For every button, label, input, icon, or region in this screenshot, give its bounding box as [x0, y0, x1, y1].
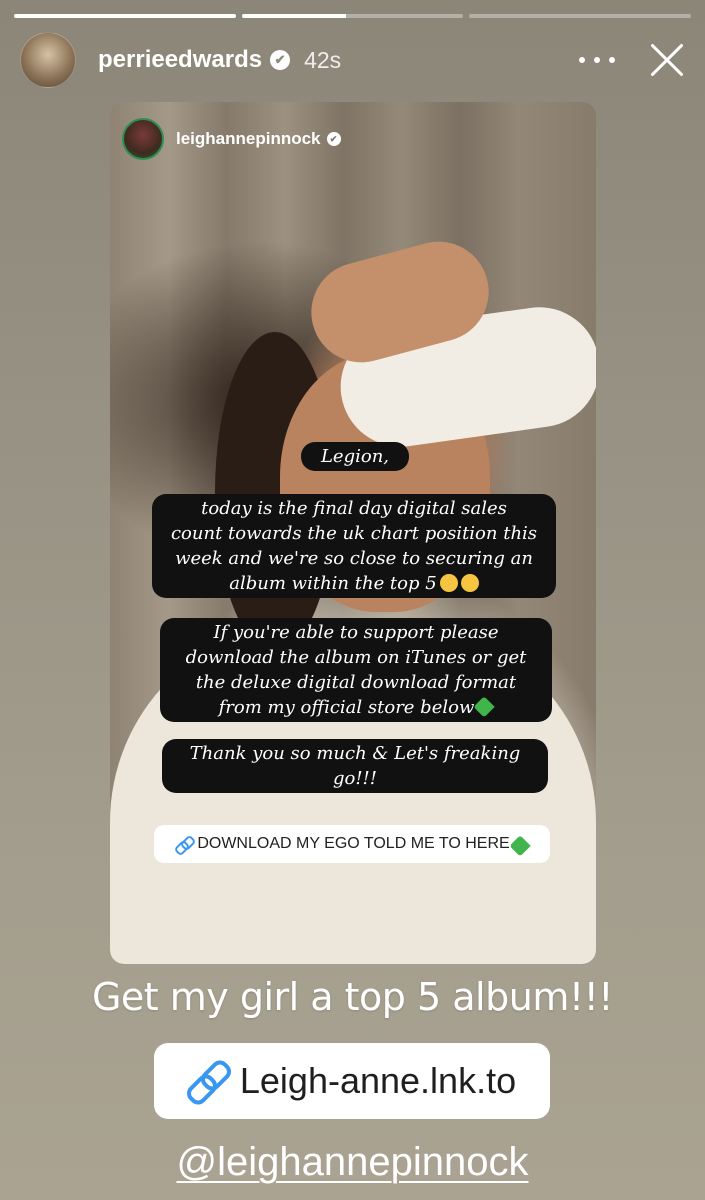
text-bubble-4-text: Thank you so much & Let's freaking go!!!: [189, 743, 521, 789]
reshared-header[interactable]: leighannepinnock ✔: [122, 118, 341, 160]
verified-badge-icon: ✔: [326, 132, 341, 146]
mention-sticker[interactable]: @leighannepinnock: [0, 1140, 705, 1185]
avatar[interactable]: [20, 32, 76, 88]
text-bubble-1: Legion,: [301, 442, 409, 471]
scream-emoji-icon: [439, 574, 458, 592]
progress-fill-1: [14, 14, 236, 18]
text-bubble-3: If you're able to support please downloa…: [160, 618, 552, 722]
progress-segment-1: [14, 14, 236, 18]
link-sticker[interactable]: Leigh-anne.lnk.to: [154, 1043, 550, 1119]
verified-badge-icon: ✔: [270, 50, 291, 70]
story-progress: [14, 14, 692, 18]
text-bubble-2: today is the final day digital sales cou…: [152, 494, 556, 598]
text-bubble-2-text: today is the final day digital sales cou…: [170, 498, 538, 594]
progress-fill-2: [241, 14, 346, 18]
story-username[interactable]: perrieedwards: [98, 46, 262, 74]
green-heart-icon: [509, 834, 531, 857]
link-icon: [188, 1061, 228, 1101]
pleading-emoji-icon: [460, 574, 479, 592]
story-header: perrieedwards ✔ 42s: [20, 32, 685, 88]
progress-segment-2: [241, 14, 464, 18]
story-timestamp: 42s: [304, 46, 342, 73]
text-bubble-1-text: Legion,: [320, 446, 390, 467]
reshared-link-sticker[interactable]: DOWNLOAD MY EGO TOLD ME TO HERE: [154, 825, 550, 863]
text-bubble-4: Thank you so much & Let's freaking go!!!: [162, 739, 548, 793]
reshared-avatar[interactable]: [122, 118, 164, 160]
close-icon[interactable]: [649, 42, 685, 78]
link-icon: [175, 836, 191, 852]
reshared-link-label: DOWNLOAD MY EGO TOLD ME TO HERE: [197, 835, 510, 852]
link-sticker-label: Leigh-anne.lnk.to: [239, 1060, 517, 1101]
green-heart-icon: [473, 696, 496, 718]
reshared-username[interactable]: leighannepinnock: [176, 129, 321, 149]
more-options-icon[interactable]: [579, 57, 615, 63]
story-caption: Get my girl a top 5 album!!!: [91, 975, 614, 1019]
progress-segment-3: [469, 14, 692, 18]
